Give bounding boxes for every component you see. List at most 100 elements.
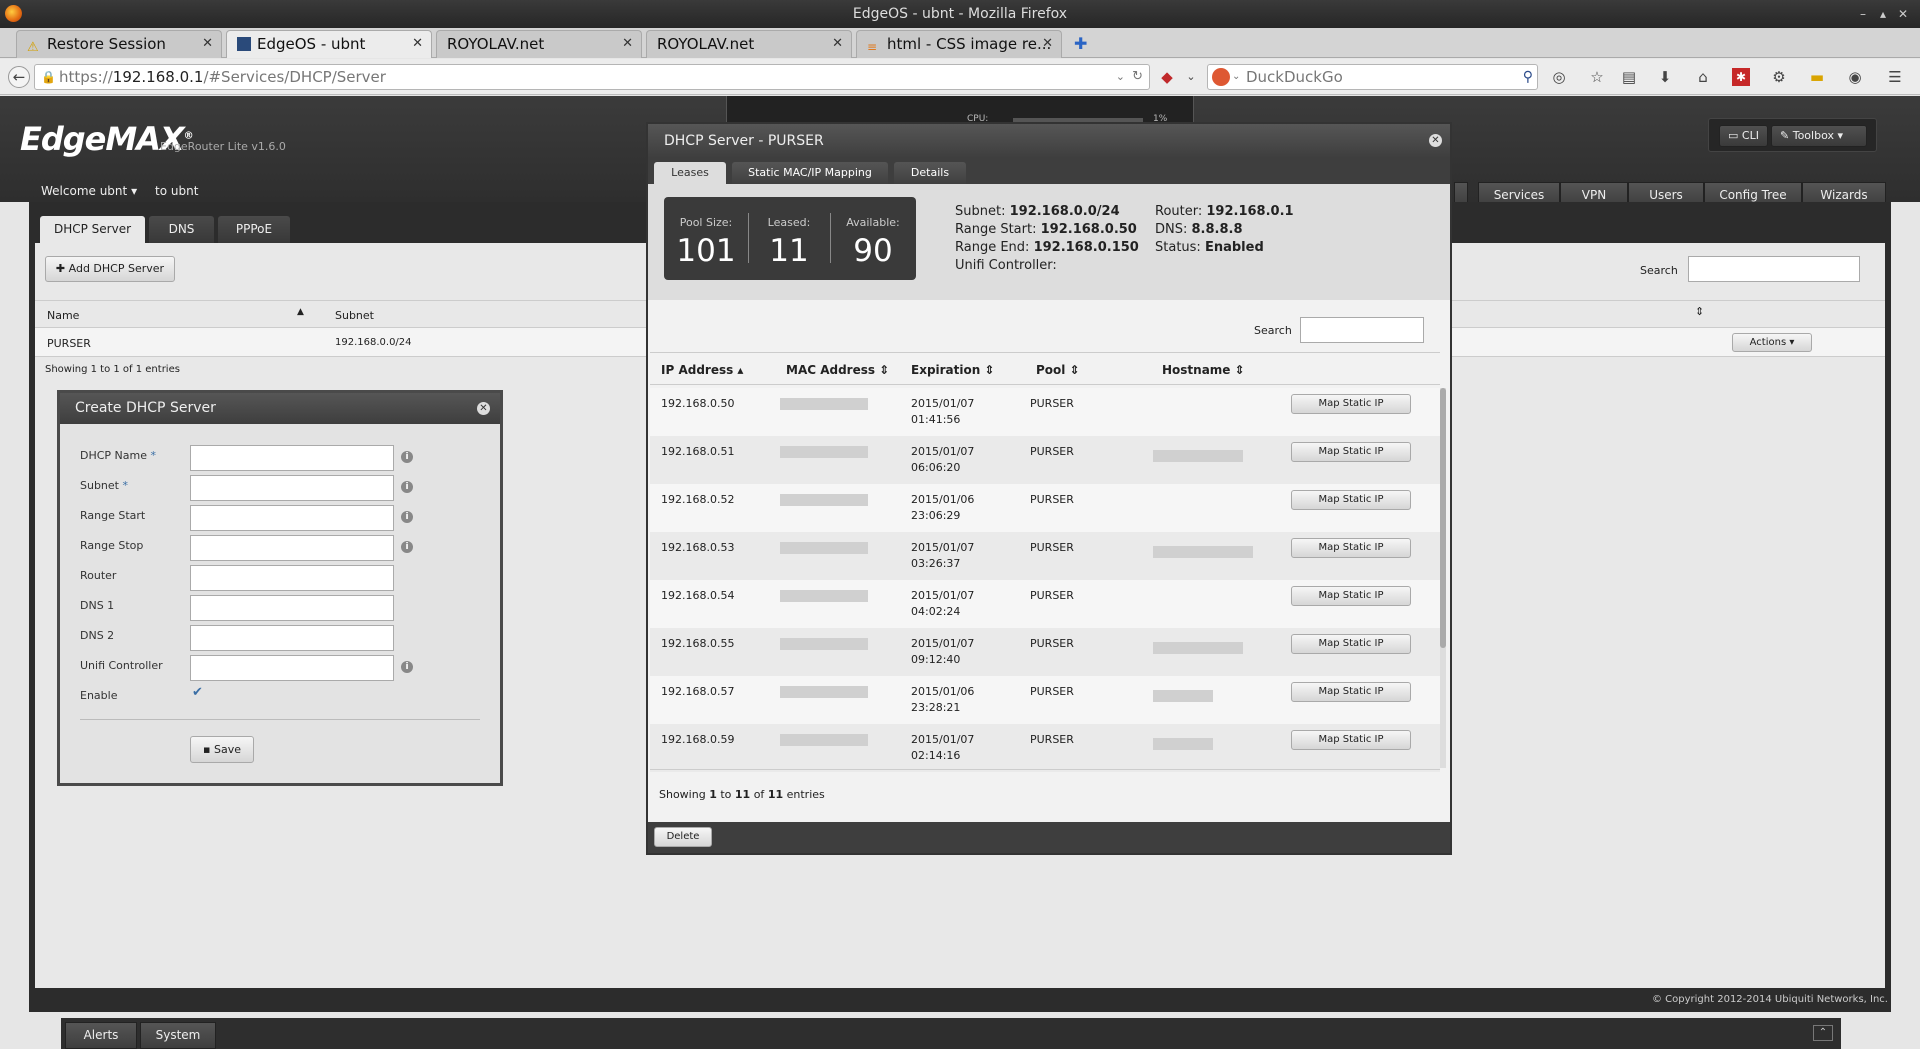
close-icon[interactable]: ✕ [477, 402, 490, 415]
info-icon[interactable]: i [401, 511, 413, 523]
col-ip-header[interactable]: IP Address ▴ [661, 363, 743, 377]
cli-button[interactable]: ▭ CLI [1719, 125, 1768, 147]
col-name-header[interactable]: Name [47, 309, 79, 322]
mac-address-redacted [780, 446, 868, 458]
pocket-icon[interactable]: ◆ [1158, 68, 1176, 86]
gear-icon[interactable]: ⚙ [1770, 68, 1788, 86]
col-subnet-header[interactable]: Subnet [335, 309, 374, 322]
map-static-ip-button[interactable]: Map Static IP [1291, 682, 1411, 702]
menu-icon[interactable]: ☰ [1886, 68, 1904, 86]
range-end-info: Range End: 192.168.0.150 [955, 240, 1139, 255]
range-stop-field[interactable] [190, 535, 394, 561]
pocket-dropdown-icon[interactable]: ⌄ [1182, 68, 1200, 86]
engine-dropdown-icon[interactable]: ⌄ [1232, 65, 1240, 89]
url-bar[interactable]: 🔒 https://192.168.0.1/#Services/DHCP/Ser… [34, 64, 1150, 90]
enable-checkbox[interactable]: ✔ [192, 685, 203, 700]
tab-royolav-2[interactable]: ROYOLAV.net ✕ [646, 30, 852, 58]
toolbox-button[interactable]: ✎ Toolbox ▾ [1771, 125, 1867, 147]
alerts-button[interactable]: Alerts [65, 1022, 137, 1049]
pool-stats: Pool Size: 101 Leased: 11 Available: 90 [664, 197, 916, 280]
hostname-redacted [1153, 690, 1213, 702]
addon-icon[interactable]: ◉ [1846, 68, 1864, 86]
lease-time: 03:26:37 [911, 557, 961, 570]
tab-edgeos[interactable]: EdgeOS - ubnt ✕ [226, 30, 432, 58]
tab-close-icon[interactable]: ✕ [832, 31, 843, 57]
actions-button[interactable]: Actions ▾ [1732, 333, 1812, 352]
add-dhcp-server-button[interactable]: ✚ Add DHCP Server [45, 256, 175, 282]
download-icon[interactable]: ⬇ [1656, 68, 1674, 86]
expand-icon[interactable]: ⌃ [1813, 1025, 1833, 1041]
tab-royolav-1[interactable]: ROYOLAV.net ✕ [436, 30, 642, 58]
map-static-ip-button[interactable]: Map Static IP [1291, 730, 1411, 750]
dhcp-name-field[interactable] [190, 445, 394, 471]
unifi-controller-field[interactable] [190, 655, 394, 681]
lease-ip: 192.168.0.51 [661, 445, 735, 458]
close-window-icon[interactable]: ✕ [1898, 0, 1908, 28]
tab-static-mapping[interactable]: Static MAC/IP Mapping [732, 162, 888, 184]
label-router: Router [80, 569, 117, 582]
label-range-start: Range Start [80, 509, 146, 522]
tab-css-image[interactable]: ≡ html - CSS image re... ✕ [856, 30, 1062, 58]
map-static-ip-button[interactable]: Map Static IP [1291, 442, 1411, 462]
sort-asc-icon[interactable]: ▲ [297, 307, 304, 317]
lease-date: 2015/01/06 [911, 493, 975, 506]
dns2-field[interactable] [190, 625, 394, 651]
new-tab-icon[interactable]: ✚ [1074, 34, 1087, 53]
home-icon[interactable]: ⌂ [1694, 68, 1712, 86]
bookmark-star-icon[interactable]: ☆ [1588, 68, 1606, 86]
range-start-field[interactable] [190, 505, 394, 531]
leases-search-input[interactable] [1300, 317, 1424, 343]
dropdown-icon[interactable]: ⌄ [1116, 65, 1125, 89]
info-icon[interactable]: i [401, 451, 413, 463]
tab-close-icon[interactable]: ✕ [412, 31, 423, 57]
tab-leases[interactable]: Leases [654, 162, 726, 184]
subtab-pppoe[interactable]: PPPoE [218, 216, 290, 243]
leases-scrollbar[interactable] [1440, 388, 1446, 768]
status-info: Status: Enabled [1155, 240, 1264, 255]
map-static-ip-button[interactable]: Map Static IP [1291, 634, 1411, 654]
map-static-ip-button[interactable]: Map Static IP [1291, 490, 1411, 510]
info-icon[interactable]: i [401, 481, 413, 493]
minimize-icon[interactable]: – [1860, 0, 1866, 28]
folder-icon[interactable]: ▬ [1808, 68, 1826, 86]
close-icon[interactable]: ✕ [1429, 134, 1442, 147]
info-icon[interactable]: i [401, 661, 413, 673]
delete-button[interactable]: Delete [654, 827, 712, 847]
tab-close-icon[interactable]: ✕ [202, 31, 213, 57]
extension-icon[interactable]: ✱ [1732, 68, 1750, 86]
table-row: 192.168.0.50 2015/01/07 01:41:56 PURSER Map … [650, 388, 1440, 436]
router-field[interactable] [190, 565, 394, 591]
map-static-ip-button[interactable]: Map Static IP [1291, 586, 1411, 606]
subtab-dns[interactable]: DNS [149, 216, 214, 243]
tab-close-icon[interactable]: ✕ [622, 31, 633, 57]
lease-pool: PURSER [1030, 733, 1074, 746]
reload-icon[interactable]: ↻ [1132, 65, 1143, 89]
sort-icon[interactable]: ⇕ [1695, 305, 1704, 318]
col-hostname-header[interactable]: Hostname ⇕ [1162, 363, 1245, 377]
col-mac-header[interactable]: MAC Address ⇕ [786, 363, 889, 377]
col-pool-header[interactable]: Pool ⇕ [1036, 363, 1080, 377]
tab-details[interactable]: Details [894, 162, 966, 184]
tab-restore-session[interactable]: ⚠ Restore Session ✕ [16, 30, 222, 58]
subtab-dhcp-server[interactable]: DHCP Server [40, 216, 145, 243]
dns1-field[interactable] [190, 595, 394, 621]
search-input[interactable] [1688, 256, 1860, 282]
map-static-ip-button[interactable]: Map Static IP [1291, 394, 1411, 414]
history-icon[interactable]: ◎ [1550, 68, 1568, 86]
system-button[interactable]: System [140, 1022, 216, 1049]
save-button[interactable]: ▪ Save [190, 736, 254, 763]
lease-ip: 192.168.0.50 [661, 397, 735, 410]
maximize-icon[interactable]: ▴ [1880, 0, 1886, 28]
subnet-field[interactable] [190, 475, 394, 501]
tab-close-icon[interactable]: ✕ [1042, 31, 1053, 57]
search-icon[interactable]: ⚲ [1523, 65, 1533, 89]
col-expiration-header[interactable]: Expiration ⇕ [911, 363, 995, 377]
table-row: 192.168.0.53 2015/01/07 03:26:37 PURSER Map … [650, 532, 1440, 580]
map-static-ip-button[interactable]: Map Static IP [1291, 538, 1411, 558]
back-icon[interactable]: ← [8, 66, 30, 88]
reading-list-icon[interactable]: ▤ [1620, 68, 1638, 86]
lease-ip: 192.168.0.52 [661, 493, 735, 506]
info-icon[interactable]: i [401, 541, 413, 553]
welcome-menu[interactable]: Welcome ubnt ▾ [41, 184, 137, 198]
search-bar[interactable]: ⌄ DuckDuckGo ⚲ [1207, 64, 1538, 90]
